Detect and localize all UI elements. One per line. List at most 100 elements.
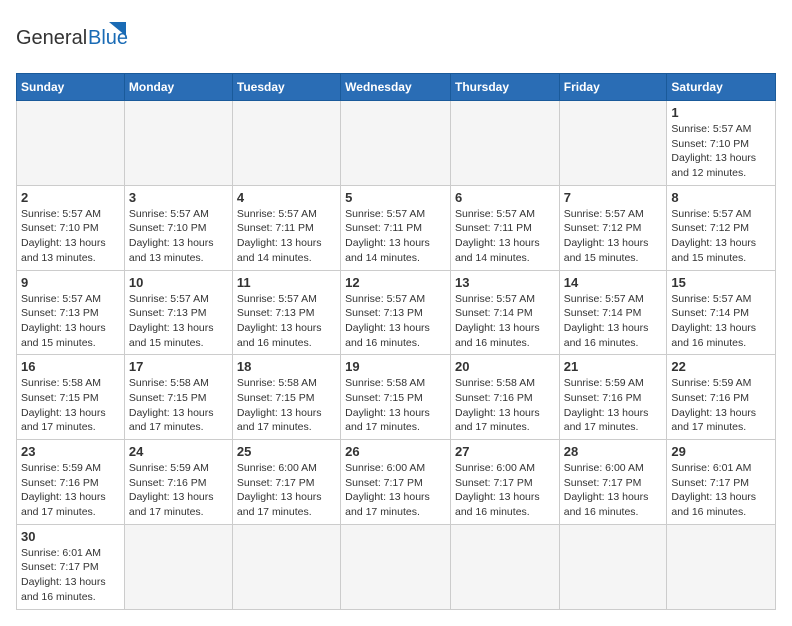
day-number: 7 [564,190,663,205]
calendar-week-5: 30Sunrise: 6:01 AMSunset: 7:17 PMDayligh… [17,524,776,609]
day-number: 15 [671,275,771,290]
calendar-cell [232,101,340,186]
day-info: Sunrise: 5:58 AMSunset: 7:15 PMDaylight:… [129,376,228,435]
day-info: Sunrise: 6:00 AMSunset: 7:17 PMDaylight:… [564,461,663,520]
day-info: Sunrise: 5:57 AMSunset: 7:14 PMDaylight:… [671,292,771,351]
day-info: Sunrise: 5:57 AMSunset: 7:13 PMDaylight:… [237,292,336,351]
day-number: 30 [21,529,120,544]
day-info: Sunrise: 5:57 AMSunset: 7:12 PMDaylight:… [671,207,771,266]
calendar-cell: 8 Sunrise: 5:57 AMSunset: 7:12 PMDaylight… [667,185,776,270]
day-info: Sunrise: 5:57 AMSunset: 7:12 PMDaylight:… [564,207,663,266]
calendar-cell: 28Sunrise: 6:00 AMSunset: 7:17 PMDayligh… [559,440,667,525]
calendar-cell: 15 Sunrise: 5:57 AMSunset: 7:14 PMDayligh… [667,270,776,355]
day-number: 13 [455,275,555,290]
day-info: Sunrise: 5:57 AMSunset: 7:10 PMDaylight:… [129,207,228,266]
day-number: 12 [345,275,446,290]
calendar-cell [450,524,559,609]
day-number: 22 [671,359,771,374]
day-info: Sunrise: 5:57 AMSunset: 7:13 PMDaylight:… [345,292,446,351]
weekday-header-sunday: Sunday [17,74,125,101]
day-info: Sunrise: 5:59 AMSunset: 7:16 PMDaylight:… [21,461,120,520]
calendar-week-0: 1 Sunrise: 5:57 AMSunset: 7:10 PMDaylight… [17,101,776,186]
day-number: 20 [455,359,555,374]
calendar-cell [667,524,776,609]
day-number: 27 [455,444,555,459]
day-number: 14 [564,275,663,290]
day-info: Sunrise: 6:00 AMSunset: 7:17 PMDaylight:… [345,461,446,520]
calendar-cell: 25 Sunrise: 6:00 AMSunset: 7:17 PMDayligh… [232,440,340,525]
weekday-header-row: SundayMondayTuesdayWednesdayThursdayFrid… [17,74,776,101]
calendar-table: SundayMondayTuesdayWednesdayThursdayFrid… [16,73,776,610]
calendar-header: SundayMondayTuesdayWednesdayThursdayFrid… [17,74,776,101]
day-info: Sunrise: 6:00 AMSunset: 7:17 PMDaylight:… [455,461,555,520]
calendar-cell: 12 Sunrise: 5:57 AMSunset: 7:13 PMDayligh… [341,270,451,355]
day-number: 18 [237,359,336,374]
calendar-cell: 14 Sunrise: 5:57 AMSunset: 7:14 PMDayligh… [559,270,667,355]
calendar-week-2: 9 Sunrise: 5:57 AMSunset: 7:13 PMDaylight… [17,270,776,355]
day-info: Sunrise: 5:59 AMSunset: 7:16 PMDaylight:… [564,376,663,435]
day-number: 25 [237,444,336,459]
day-number: 9 [21,275,120,290]
weekday-header-monday: Monday [124,74,232,101]
calendar-cell [559,101,667,186]
logo: General Blue [16,16,136,61]
calendar-cell: 22 Sunrise: 5:59 AMSunset: 7:16 PMDayligh… [667,355,776,440]
day-info: Sunrise: 5:57 AMSunset: 7:10 PMDaylight:… [21,207,120,266]
calendar-cell [341,101,451,186]
calendar-cell: 21Sunrise: 5:59 AMSunset: 7:16 PMDayligh… [559,355,667,440]
calendar-cell: 26Sunrise: 6:00 AMSunset: 7:17 PMDayligh… [341,440,451,525]
day-number: 3 [129,190,228,205]
day-number: 4 [237,190,336,205]
calendar-cell: 29Sunrise: 6:01 AMSunset: 7:17 PMDayligh… [667,440,776,525]
day-info: Sunrise: 5:59 AMSunset: 7:16 PMDaylight:… [129,461,228,520]
day-info: Sunrise: 5:57 AMSunset: 7:14 PMDaylight:… [455,292,555,351]
calendar-cell: 10Sunrise: 5:57 AMSunset: 7:13 PMDayligh… [124,270,232,355]
calendar-cell [450,101,559,186]
calendar-cell: 18Sunrise: 5:58 AMSunset: 7:15 PMDayligh… [232,355,340,440]
calendar-cell: 23 Sunrise: 5:59 AMSunset: 7:16 PMDayligh… [17,440,125,525]
day-info: Sunrise: 6:00 AMSunset: 7:17 PMDaylight:… [237,461,336,520]
logo-svg: General Blue [16,16,136,61]
day-number: 1 [671,105,771,120]
calendar-week-3: 16 Sunrise: 5:58 AMSunset: 7:15 PMDayligh… [17,355,776,440]
day-number: 16 [21,359,120,374]
calendar-week-1: 2 Sunrise: 5:57 AMSunset: 7:10 PMDaylight… [17,185,776,270]
calendar-cell: 24 Sunrise: 5:59 AMSunset: 7:16 PMDayligh… [124,440,232,525]
day-info: Sunrise: 5:57 AMSunset: 7:10 PMDaylight:… [671,122,771,181]
day-number: 6 [455,190,555,205]
day-number: 24 [129,444,228,459]
calendar-cell: 2 Sunrise: 5:57 AMSunset: 7:10 PMDaylight… [17,185,125,270]
day-info: Sunrise: 5:57 AMSunset: 7:11 PMDaylight:… [237,207,336,266]
day-number: 2 [21,190,120,205]
day-info: Sunrise: 5:57 AMSunset: 7:11 PMDaylight:… [455,207,555,266]
calendar-cell: 19 Sunrise: 5:58 AMSunset: 7:15 PMDayligh… [341,355,451,440]
weekday-header-tuesday: Tuesday [232,74,340,101]
day-number: 23 [21,444,120,459]
weekday-header-saturday: Saturday [667,74,776,101]
calendar-cell: 6 Sunrise: 5:57 AMSunset: 7:11 PMDaylight… [450,185,559,270]
calendar-body: 1 Sunrise: 5:57 AMSunset: 7:10 PMDaylight… [17,101,776,610]
day-info: Sunrise: 5:57 AMSunset: 7:14 PMDaylight:… [564,292,663,351]
calendar-cell [17,101,125,186]
calendar-cell: 9Sunrise: 5:57 AMSunset: 7:13 PMDaylight… [17,270,125,355]
calendar-cell: 11Sunrise: 5:57 AMSunset: 7:13 PMDayligh… [232,270,340,355]
calendar-cell [124,524,232,609]
day-number: 19 [345,359,446,374]
day-info: Sunrise: 5:58 AMSunset: 7:15 PMDaylight:… [345,376,446,435]
calendar-cell: 1 Sunrise: 5:57 AMSunset: 7:10 PMDaylight… [667,101,776,186]
weekday-header-wednesday: Wednesday [341,74,451,101]
day-number: 10 [129,275,228,290]
calendar-cell: 17Sunrise: 5:58 AMSunset: 7:15 PMDayligh… [124,355,232,440]
day-info: Sunrise: 5:59 AMSunset: 7:16 PMDaylight:… [671,376,771,435]
weekday-header-thursday: Thursday [450,74,559,101]
weekday-header-friday: Friday [559,74,667,101]
calendar-cell [232,524,340,609]
day-number: 29 [671,444,771,459]
calendar-cell: 7 Sunrise: 5:57 AMSunset: 7:12 PMDaylight… [559,185,667,270]
svg-text:General: General [16,27,87,49]
calendar-week-4: 23 Sunrise: 5:59 AMSunset: 7:16 PMDayligh… [17,440,776,525]
calendar-cell [124,101,232,186]
calendar-cell: 30Sunrise: 6:01 AMSunset: 7:17 PMDayligh… [17,524,125,609]
page-header: General Blue [16,16,776,61]
day-number: 8 [671,190,771,205]
